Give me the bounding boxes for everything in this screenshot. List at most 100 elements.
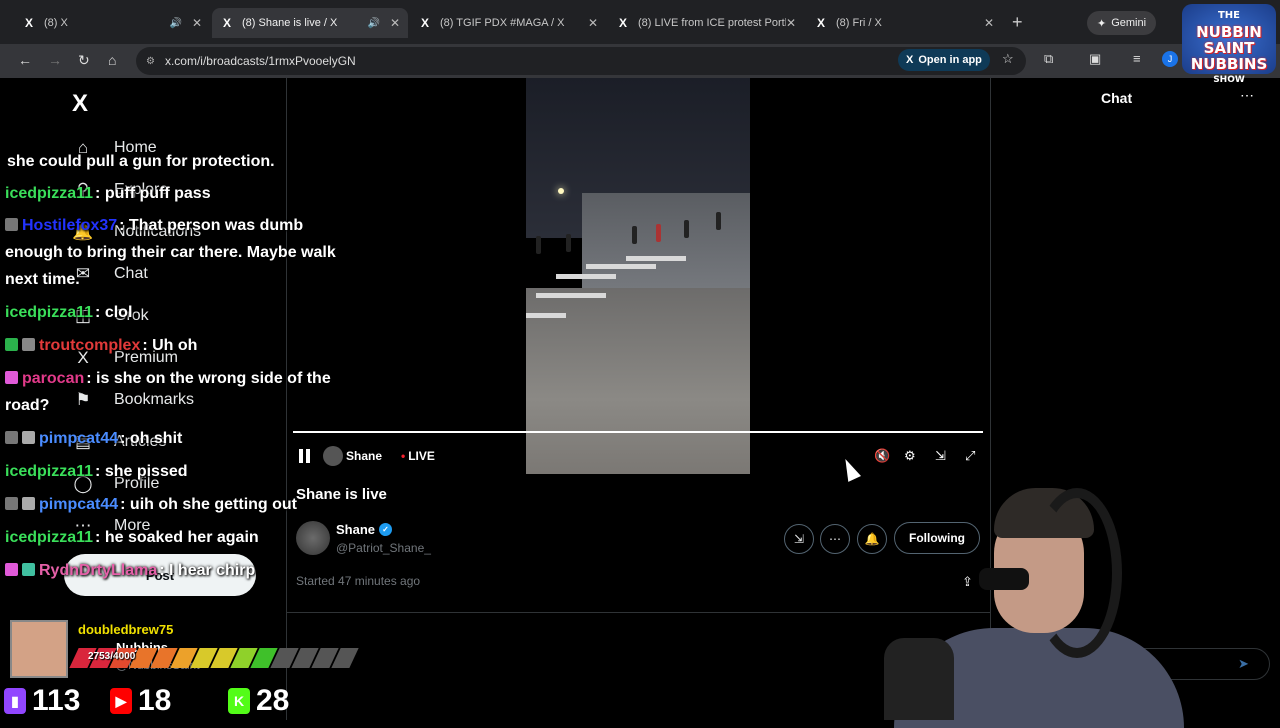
speaker-icon[interactable]: 🔊 (367, 18, 379, 29)
tab-2[interactable]: X (8) TGIF PDX #MAGA / X ✕ (410, 8, 606, 38)
chat-username: pimpcat44 (39, 430, 119, 447)
kick-viewer-count: K 28 (228, 684, 289, 718)
subscribe-bell-button[interactable]: 🔔 (857, 524, 887, 554)
chat-message: she could pull a gun for protection. (5, 148, 360, 175)
dock-player-button[interactable]: ⇲ (784, 524, 814, 554)
chat-username: icedpizza11 (5, 463, 94, 480)
extensions-icon[interactable]: ⧉ (1044, 51, 1053, 67)
chat-badge-icon (5, 563, 18, 576)
open-in-app-label: Open in app (918, 54, 982, 66)
tab-1[interactable]: X (8) Shane is live / X 🔊 ✕ (212, 8, 408, 38)
twitch-icon: ▮ (4, 688, 26, 714)
video-person (716, 212, 721, 230)
address-bar[interactable]: ⚙ x.com/i/broadcasts/1rmxPvooelyGN (136, 47, 1026, 75)
broadcast-video[interactable] (526, 78, 750, 474)
star-icon[interactable]: ☆ (1002, 51, 1014, 67)
chat-message: icedpizza11: he soaked her again (5, 524, 360, 551)
url-text: x.com/i/broadcasts/1rmxPvooelyGN (164, 54, 356, 68)
chat-text: : he soaked her again (95, 529, 259, 546)
back-icon[interactable]: ← (18, 52, 32, 68)
gemini-button[interactable]: ✦ Gemini (1087, 11, 1157, 35)
sparkle-icon: ✦ (1097, 17, 1107, 30)
tab-3[interactable]: X (8) LIVE from ICE protest Portla ✕ (608, 8, 804, 38)
mouse-cursor-icon (839, 456, 861, 482)
tab-title: (8) Fri / X (836, 17, 882, 29)
chat-text: : oh shit (120, 430, 183, 447)
tab-title: (8) Shane is live / X (242, 17, 338, 29)
site-info-icon[interactable]: ⚙ (146, 56, 155, 67)
profile-avatar[interactable]: J (1162, 51, 1178, 67)
chat-message: parocan: is she on the wrong side of the… (5, 365, 360, 419)
chat-message: icedpizza11: puff puff pass (5, 180, 360, 207)
verified-badge-icon: ✓ (379, 523, 393, 536)
open-in-app-button[interactable]: X Open in app (898, 49, 990, 71)
chat-username: icedpizza11 (5, 529, 94, 546)
chat-username: RydnDrtyLlama (39, 562, 158, 579)
playback-progress-bar[interactable] (293, 431, 983, 433)
chat-text: : puff puff pass (95, 185, 211, 202)
chat-username: pimpcat44 (39, 496, 119, 513)
fullscreen-icon[interactable]: ⤢ (965, 448, 975, 464)
close-tab-icon[interactable]: ✕ (192, 16, 202, 30)
reload-icon[interactable]: ↻ (78, 52, 90, 69)
crosswalk-stripe (536, 293, 606, 298)
mute-icon[interactable]: 🔇 (874, 448, 890, 464)
chat-badge-icon (22, 563, 35, 576)
chat-text: : Uh oh (142, 337, 198, 354)
chat-badge-icon (5, 431, 18, 444)
chat-text: she could pull a gun for protection. (7, 153, 275, 170)
logo-top-text: THE (1217, 10, 1241, 21)
x-logo-icon: X (906, 54, 914, 66)
close-tab-icon[interactable]: ✕ (588, 16, 598, 30)
chat-username: Hostilefox37 (22, 217, 118, 234)
headphones (1032, 488, 1122, 658)
close-tab-icon[interactable]: ✕ (984, 16, 994, 30)
chat-message: icedpizza11: she pissed (5, 458, 360, 485)
settings-icon[interactable]: ⚙ (904, 448, 916, 464)
chat-username: icedpizza11 (5, 304, 94, 321)
video-person (684, 220, 689, 238)
chat-badge-icon (22, 338, 35, 351)
forward-icon[interactable]: → (48, 52, 62, 68)
live-label: LIVE (408, 449, 435, 463)
x-favicon-icon: X (24, 16, 33, 30)
close-tab-icon[interactable]: ✕ (786, 16, 796, 30)
chat-username: troutcomplex (39, 337, 141, 354)
video-person (632, 226, 637, 244)
viewer-count: 28 (256, 684, 290, 717)
donor-name: doubledbrew75 (78, 622, 174, 637)
viewer-count: 18 (138, 684, 172, 717)
logo-line-3: NUBBINS (1190, 55, 1268, 73)
chat-title: Chat (1101, 90, 1133, 106)
chat-text: : I hear chirp (159, 562, 256, 579)
send-icon[interactable]: ➤ (1238, 656, 1249, 672)
tab-4[interactable]: X (8) Fri / X ✕ (806, 8, 1002, 38)
tab-0[interactable]: X (8) X 🔊 ✕ (14, 8, 210, 38)
new-tab-button[interactable]: + (1012, 12, 1023, 33)
close-tab-icon[interactable]: ✕ (390, 16, 400, 30)
chat-badge-icon (22, 431, 35, 444)
chat-text: : uih oh she getting out (120, 496, 297, 513)
chat-message: RydnDrtyLlama: I hear chirp (5, 557, 360, 584)
x-favicon-icon: X (618, 16, 627, 30)
video-person (566, 234, 571, 252)
home-browser-icon[interactable]: ⌂ (108, 52, 116, 68)
tab-title: (8) LIVE from ICE protest Portla (638, 17, 786, 29)
x-logo-icon[interactable]: X (72, 90, 88, 118)
chat-message: pimpcat44: uih oh she getting out (5, 491, 360, 518)
chat-badge-icon (5, 218, 18, 231)
viewer-count: 113 (32, 684, 81, 717)
chat-username: icedpizza11 (5, 185, 94, 202)
chat-more-icon[interactable]: ⋯ (1240, 87, 1254, 104)
live-indicator: • LIVE (401, 449, 435, 463)
video-person (536, 236, 541, 254)
dock-icon[interactable]: ⇲ (935, 448, 946, 464)
goal-progress-text: 2753/4000 (88, 651, 136, 662)
speaker-icon[interactable]: 🔊 (169, 18, 181, 29)
chat-text: : clol (95, 304, 133, 321)
media-icon[interactable]: ≡ (1133, 51, 1141, 66)
twitch-viewer-count: ▮ 113 (4, 684, 80, 718)
chat-badge-icon (22, 497, 35, 510)
cast-icon[interactable]: ▣ (1089, 51, 1101, 67)
more-options-button[interactable]: ⋯ (820, 524, 850, 554)
